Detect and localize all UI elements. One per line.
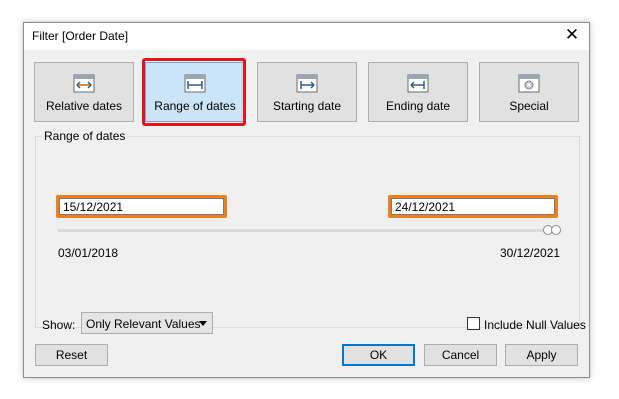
end-date-highlight: [388, 195, 558, 218]
relative-dates-button[interactable]: Relative dates: [34, 62, 134, 122]
range-max-label: 30/12/2021: [500, 246, 561, 260]
close-icon[interactable]: ✕: [563, 26, 581, 44]
filter-dialog: Filter [Order Date] ✕ Relative dates Ran…: [23, 22, 590, 378]
range-min-label: 03/01/2018: [58, 246, 119, 260]
calendar-arrows-icon: [73, 74, 95, 93]
ending-date-label: Ending date: [385, 99, 451, 113]
cancel-button[interactable]: Cancel: [424, 344, 497, 366]
calendar-end-icon: [407, 74, 429, 93]
show-dropdown-value: Only Relevant Values: [86, 317, 201, 331]
range-of-dates-highlight: [142, 58, 246, 126]
range-of-dates-group: [35, 136, 580, 328]
ending-date-button[interactable]: Ending date: [368, 62, 468, 122]
show-label: Show:: [42, 318, 76, 332]
apply-button[interactable]: Apply: [505, 344, 578, 366]
dialog-title: Filter [Order Date]: [32, 29, 129, 43]
end-date-input[interactable]: [391, 198, 555, 215]
slider-end-handle[interactable]: [551, 225, 561, 235]
calendar-special-icon: [518, 74, 540, 93]
starting-date-label: Starting date: [272, 99, 342, 113]
relative-dates-label: Relative dates: [45, 99, 123, 113]
start-date-input[interactable]: [59, 198, 224, 215]
include-null-checkbox[interactable]: [467, 317, 480, 330]
calendar-start-icon: [296, 74, 318, 93]
special-button[interactable]: Special: [479, 62, 579, 122]
starting-date-button[interactable]: Starting date: [257, 62, 357, 122]
special-label: Special: [509, 99, 549, 113]
include-null-label: Include Null Values: [484, 318, 586, 332]
start-date-highlight: [56, 195, 227, 218]
show-dropdown[interactable]: Only Relevant Values: [81, 312, 213, 334]
chevron-down-icon: [199, 321, 207, 326]
title-bar: Filter [Order Date] ✕: [24, 23, 589, 50]
date-range-slider-track[interactable]: [58, 229, 552, 232]
range-group-label: Range of dates: [42, 129, 128, 143]
ok-button[interactable]: OK: [342, 344, 415, 366]
reset-button[interactable]: Reset: [35, 344, 108, 366]
